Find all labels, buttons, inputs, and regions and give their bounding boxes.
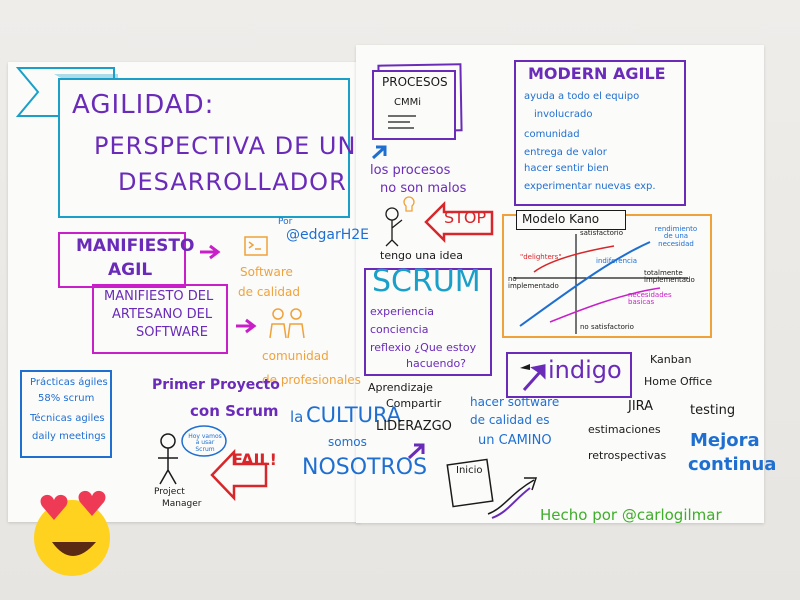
procesos-note-line-1: los procesos	[370, 163, 451, 178]
procesos-note-line-2: no son malos	[380, 181, 467, 196]
modern-agile-item-4: entrega de valor	[524, 147, 607, 158]
indigo-logo-icon	[520, 364, 546, 391]
arrow-up-icon	[371, 145, 387, 160]
tool-estimaciones: estimaciones	[588, 423, 661, 436]
photo-canvas: AGILIDAD: PERSPECTIVA DE UN DESARROLLADO…	[0, 0, 800, 600]
modern-agile-item-3: comunidad	[524, 129, 580, 140]
practicas-line-1: Prácticas ágiles	[30, 377, 108, 388]
title-line-3: DESARROLLADOR	[118, 168, 347, 196]
kano-top-label: satisfactorio	[580, 229, 624, 237]
kano-delighters-label: "delighters"	[520, 253, 562, 261]
people-icon	[269, 308, 305, 339]
inicio-label: Inicio	[456, 465, 483, 476]
kano-indiferencia-label: indiferencia	[596, 257, 638, 265]
scrum-item-1: experiencia	[370, 305, 434, 318]
modern-agile-item-5: hacer sentir bien	[524, 163, 609, 174]
title-line-1: AGILIDAD:	[72, 90, 215, 120]
arrow-right-icon	[200, 244, 221, 260]
manifiesto-agil-line-2: AGIL	[108, 260, 153, 280]
primer-proyecto-line-1: Primer Proyecto	[152, 377, 280, 393]
tool-retrospectivas: retrospectivas	[588, 449, 667, 462]
scrum-item-4: hacuendo?	[406, 357, 467, 370]
heart-eyes-emoji-icon	[34, 490, 110, 576]
aprendizaje-line-1: Aprendizaje	[368, 381, 433, 394]
kano-bottom-label: no satisfactorio	[580, 323, 634, 331]
arrow-up-icon	[407, 443, 425, 460]
project-manager-line-2: Manager	[162, 499, 202, 509]
manifiesto-artesano-line-1: MANIFIESTO DEL	[104, 289, 214, 304]
modern-agile-item-2: involucrado	[534, 109, 593, 120]
primer-proyecto-line-2: con Scrum	[190, 402, 279, 420]
practicas-line-3: Técnicas agiles	[30, 413, 105, 424]
kano-left-label: no implementado	[508, 275, 559, 291]
tool-kanban: Kanban	[650, 353, 692, 366]
kano-title: Modelo Kano	[522, 212, 600, 226]
title-line-2: PERSPECTIVA DE UN	[94, 132, 357, 160]
practicas-line-4: daily meetings	[32, 431, 106, 442]
mejora-line-2: continua	[688, 454, 777, 475]
cultura-line-1a: la	[290, 408, 304, 426]
software-calidad-line-1: Software	[240, 265, 293, 279]
kano-basicas-label: necesidades basicas	[628, 291, 672, 307]
fail-label: FAIL!	[232, 450, 277, 469]
manifiesto-artesano-line-2: ARTESANO DEL	[112, 307, 213, 322]
tool-testing: testing	[690, 403, 736, 418]
byline-handle: @edgarH2E	[286, 227, 370, 243]
stick-figure-icon	[158, 433, 178, 485]
procesos-sub: CMMi	[394, 97, 422, 108]
software-calidad-line-2: de calidad	[238, 285, 301, 299]
kano-rendimiento-label: rendimiento de una necesidad	[654, 225, 698, 248]
mejora-line-1: Mejora	[690, 430, 760, 451]
modern-agile-item-1: ayuda a todo el equipo	[524, 91, 640, 102]
modern-agile-item-6: experimentar nuevas exp.	[524, 181, 656, 192]
idea-label: tengo una idea	[380, 249, 463, 262]
kano-right-label: totalmente implementado	[644, 269, 695, 285]
tool-jira: JIRA	[628, 399, 654, 414]
terminal-icon	[244, 236, 268, 256]
scrum-item-2: conciencia	[370, 323, 429, 336]
stop-label: STOP	[444, 208, 487, 227]
hecho-por-signature: Hecho por @carlogilmar	[540, 506, 722, 524]
modern-agile-title: MODERN AGILE	[528, 64, 666, 83]
manifiesto-artesano-line-3: SOFTWARE	[136, 325, 208, 340]
comunidad-line-1: comunidad	[262, 349, 329, 363]
aprendizaje-line-3: LIDERAZGO	[376, 419, 452, 434]
scrum-title: SCRUM	[372, 264, 481, 299]
hacer-software-line-3: un CAMINO	[478, 433, 552, 448]
procesos-title: PROCESOS	[382, 75, 448, 89]
manifiesto-agil-line-1: MANIFIESTO	[76, 236, 195, 256]
scrum-item-3: reflexio ¿Que estoy	[370, 341, 477, 354]
hacer-software-line-2: de calidad es	[470, 413, 550, 427]
arrow-right-icon	[236, 318, 257, 334]
project-manager-line-1: Project	[154, 487, 185, 497]
practicas-line-2: 58% scrum	[38, 393, 95, 404]
cultura-line-2: somos	[328, 435, 367, 449]
lightbulb-person-icon	[385, 196, 415, 247]
indigo-label: indigo	[548, 356, 622, 384]
tool-home-office: Home Office	[644, 375, 713, 388]
aprendizaje-line-2: Compartir	[386, 397, 442, 410]
text-lines-icon	[388, 115, 416, 129]
